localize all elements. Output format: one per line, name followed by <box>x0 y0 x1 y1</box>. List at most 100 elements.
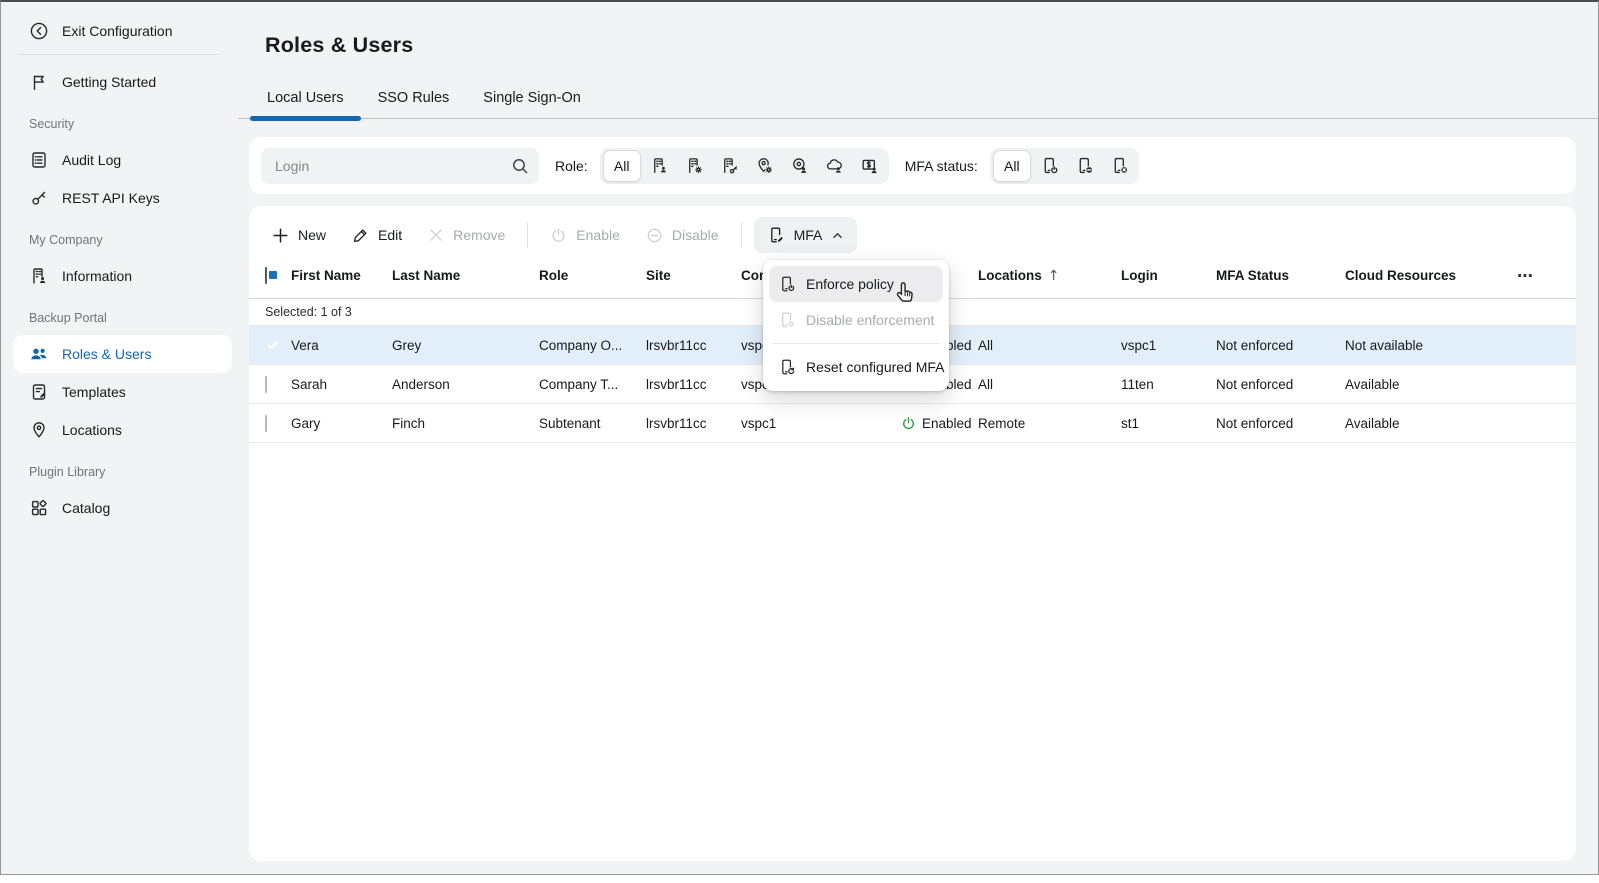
remove-button-label: Remove <box>453 227 506 243</box>
mfa-filter-all-button[interactable]: All <box>992 149 1031 182</box>
column-header-mfa-status[interactable]: MFA Status <box>1216 268 1345 283</box>
sidebar-item-rest-api-keys[interactable]: REST API Keys <box>1 179 238 217</box>
column-header-label: Locations <box>978 268 1042 283</box>
cell-company: vspc1 <box>741 415 777 431</box>
table-row[interactable]: Gary Finch Subtenant lrsvbr11cc vspc1 En… <box>249 404 1576 443</box>
tab-sso-rules[interactable]: SSO Rules <box>361 83 467 118</box>
menu-item-enforce-policy[interactable]: Enforce policy <box>769 266 943 302</box>
device-x-icon <box>778 311 796 329</box>
mfa-enabled-icon[interactable] <box>1032 150 1067 182</box>
flag-icon <box>29 72 49 92</box>
key-icon <box>29 188 49 208</box>
company-invoice-auditor-icon[interactable] <box>712 150 747 182</box>
sidebar-item-label: REST API Keys <box>62 190 160 206</box>
mfa-not-configured-icon[interactable] <box>1102 150 1137 182</box>
sidebar-item-audit-log[interactable]: Audit Log <box>1 141 238 179</box>
cell-mfa-status: Not enforced <box>1216 337 1294 353</box>
column-header-last-name[interactable]: Last Name <box>392 268 539 283</box>
column-header-login[interactable]: Login <box>1121 268 1216 283</box>
column-header-cloud-resources[interactable]: Cloud Resources <box>1345 268 1506 283</box>
cell-site: lrsvbr11cc <box>646 376 707 392</box>
column-options-button[interactable]: ⋯ <box>1517 266 1560 285</box>
column-header-role[interactable]: Role <box>539 268 646 283</box>
status-enabled-icon <box>901 416 916 431</box>
company-owner-icon[interactable] <box>642 150 677 182</box>
row-checkbox-unchecked[interactable] <box>265 414 267 432</box>
app-window: Exit Configuration Getting Started Secur… <box>0 0 1599 875</box>
sidebar-item-label: Roles & Users <box>62 346 152 362</box>
role-filter-label: Role: <box>555 157 588 174</box>
mfa-disabled-icon[interactable] <box>1067 150 1102 182</box>
disable-button-label: Disable <box>671 227 719 243</box>
toolbar: New Edit Remove Enable Disable MFA <box>249 206 1576 253</box>
cell-locations: All <box>978 376 994 392</box>
search-input[interactable] <box>261 147 539 184</box>
sidebar-item-catalog[interactable]: Catalog <box>1 489 238 527</box>
sidebar-item-label: Audit Log <box>62 152 122 168</box>
row-checkbox-unchecked[interactable] <box>265 375 267 393</box>
sidebar-item-exit-configuration[interactable]: Exit Configuration <box>1 12 238 50</box>
mfa-filter-group: All <box>989 147 1139 184</box>
finance-operator-icon[interactable] <box>852 150 887 182</box>
sidebar-item-label: Locations <box>62 422 122 438</box>
role-filter-all-button[interactable]: All <box>602 149 641 182</box>
menu-divider <box>773 343 939 344</box>
sidebar-item-getting-started[interactable]: Getting Started <box>1 63 238 101</box>
tab-bar: Local Users SSO Rules Single Sign-On <box>238 83 1598 121</box>
sidebar-item-information[interactable]: Information <box>1 257 238 295</box>
mfa-menu-button[interactable]: MFA <box>753 217 858 253</box>
sidebar-item-templates[interactable]: Templates <box>1 373 238 411</box>
select-all-checkbox[interactable] <box>265 267 267 284</box>
audit-log-icon <box>29 150 49 170</box>
sidebar-item-locations[interactable]: Locations <box>1 411 238 449</box>
sidebar-item-roles-users[interactable]: Roles & Users <box>13 335 232 373</box>
company-administrator-icon[interactable] <box>677 150 712 182</box>
sidebar-section-backup-portal: Backup Portal <box>29 311 107 325</box>
cell-mfa-status: Not enforced <box>1216 376 1294 392</box>
sidebar-section-security: Security <box>29 117 75 131</box>
toolbar-divider <box>527 222 529 248</box>
cell-site: lrsvbr11cc <box>646 337 707 353</box>
sidebar-section-plugin-library: Plugin Library <box>29 465 106 479</box>
tab-single-sign-on[interactable]: Single Sign-On <box>466 83 598 118</box>
new-button[interactable]: New <box>259 217 339 253</box>
cell-login: st1 <box>1121 415 1140 431</box>
new-button-label: New <box>298 227 327 243</box>
cell-site: lrsvbr11cc <box>646 415 707 431</box>
users-table-card: New Edit Remove Enable Disable MFA First… <box>249 206 1576 861</box>
remove-button: Remove <box>415 217 518 253</box>
menu-item-label: Reset configured MFA <box>806 359 945 375</box>
cell-login: 11ten <box>1121 376 1154 392</box>
device-reset-icon <box>778 358 796 376</box>
menu-item-label: Enforce policy <box>806 276 894 292</box>
column-header-first-name[interactable]: First Name <box>291 268 392 283</box>
tab-local-users[interactable]: Local Users <box>250 83 361 121</box>
cell-mfa-status: Not enforced <box>1216 415 1294 431</box>
status-label: Enabled <box>922 415 972 431</box>
subtenant-icon[interactable] <box>817 150 852 182</box>
company-building-icon <box>29 266 49 286</box>
cell-cloud-resources: Available <box>1345 376 1400 392</box>
column-header-locations[interactable]: Locations ↑ <box>978 268 1121 284</box>
cell-last-name: Anderson <box>392 376 450 392</box>
mfa-button-label: MFA <box>793 227 823 243</box>
sidebar: Exit Configuration Getting Started Secur… <box>1 2 238 874</box>
sidebar-item-label: Templates <box>62 384 126 400</box>
edit-button-label: Edit <box>378 227 403 243</box>
cell-status: Enabled <box>901 416 978 431</box>
row-checkbox-checked[interactable] <box>265 337 291 353</box>
site-administrator-icon[interactable] <box>747 150 782 182</box>
main-content: Roles & Users Local Users SSO Rules Sing… <box>238 2 1598 874</box>
menu-item-label: Disable enforcement <box>806 312 935 328</box>
chevron-up-icon <box>831 229 844 242</box>
sort-asc-icon: ↑ <box>1047 267 1060 284</box>
menu-item-disable-enforcement: Disable enforcement <box>769 302 943 338</box>
cell-locations: All <box>978 337 994 353</box>
cell-role: Company O... <box>539 337 623 353</box>
edit-button[interactable]: Edit <box>339 217 415 253</box>
cell-last-name: Grey <box>392 337 422 353</box>
menu-item-reset-configured-mfa[interactable]: Reset configured MFA <box>769 349 945 385</box>
users-icon <box>29 344 49 364</box>
column-header-site[interactable]: Site <box>646 268 741 283</box>
site-operator-icon[interactable] <box>782 150 817 182</box>
